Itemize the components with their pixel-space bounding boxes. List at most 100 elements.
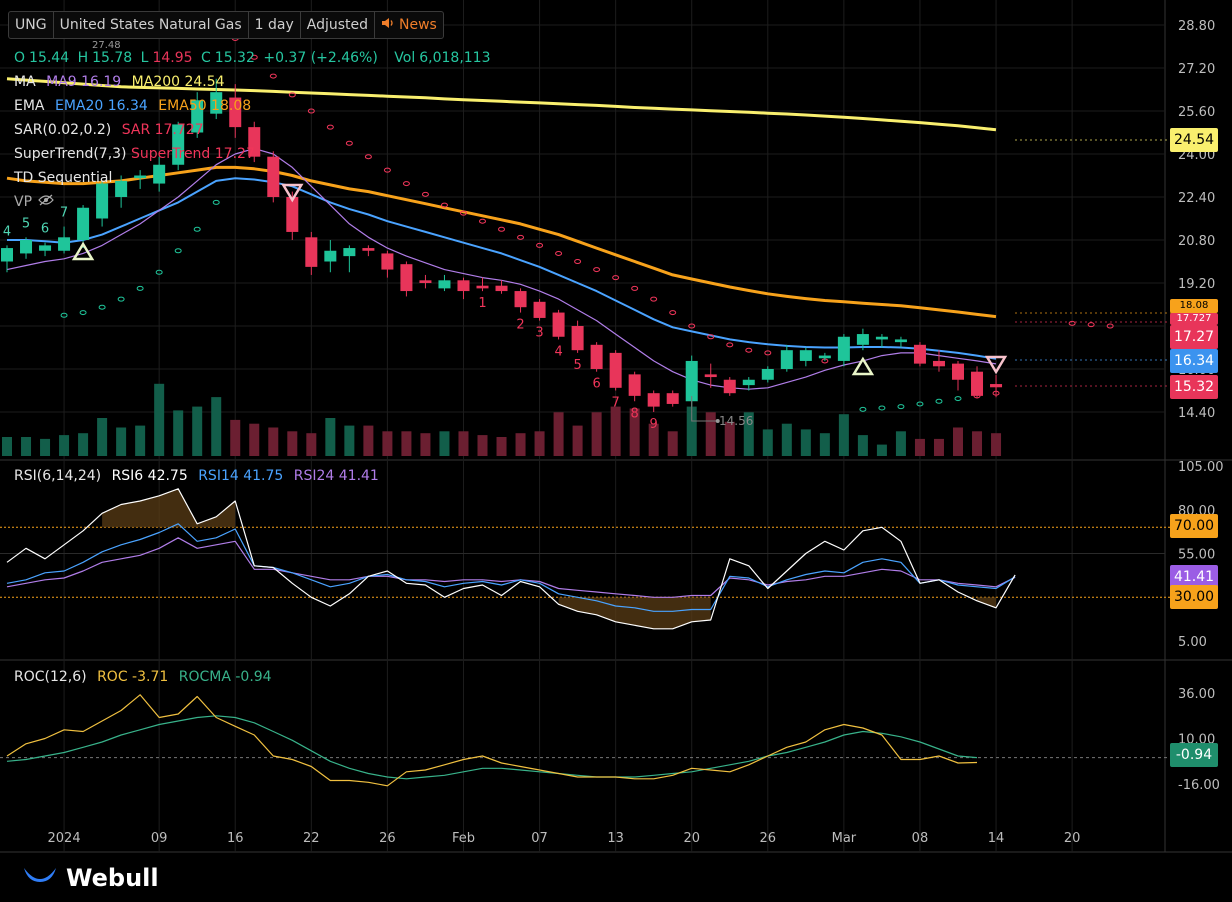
sar-dot (364, 154, 372, 160)
roc-tick-label: 36.00 (1178, 687, 1215, 702)
candle-body (514, 291, 527, 308)
volume-bar (21, 437, 32, 456)
candle-body (20, 240, 33, 254)
volume-bar (534, 431, 545, 456)
adjustment-selector[interactable]: Adjusted (301, 12, 376, 38)
symbol-name[interactable]: United States Natural Gas (54, 12, 249, 38)
sar-dot (174, 248, 182, 254)
td-count-label: 7 (60, 206, 68, 221)
x-tick-label: 14 (988, 831, 1005, 846)
candle-body (400, 264, 413, 292)
news-label: News (399, 17, 437, 33)
candle-body (533, 301, 546, 318)
candle-body (666, 393, 679, 404)
ema-legend[interactable]: EMA EMA20 16.34 EMA50 18.08 (14, 98, 257, 114)
volume-bar (59, 435, 70, 456)
candle-body (153, 164, 166, 184)
volume-bar (876, 444, 887, 456)
candle-body (419, 280, 432, 283)
volume-bar (401, 431, 412, 456)
volume-bar (211, 397, 222, 456)
low-marker-label: 14.56 (719, 414, 754, 428)
ohlc-change: +0.37 (+2.46%) (263, 50, 378, 66)
sar-value: SAR 17.727 (121, 122, 204, 138)
td-sequential-legend[interactable]: TD Sequential (14, 170, 118, 186)
sar-dot (555, 250, 563, 256)
sar-dot (136, 285, 144, 291)
rocma-badge: -0.94 (1170, 743, 1218, 767)
rsi-label: RSI(6,14,24) (14, 468, 102, 484)
candle-body (990, 384, 1003, 388)
sar-dot (402, 181, 410, 187)
volume-bar (363, 425, 374, 456)
volume-bar (895, 431, 906, 456)
volume-bar (991, 433, 1002, 456)
ma-label: MA (14, 74, 36, 90)
symbol-ticker[interactable]: UNG (9, 12, 54, 38)
sar-dot (745, 347, 753, 353)
volume-bar (477, 435, 488, 456)
sar-dot (326, 124, 334, 130)
sar-dot (269, 73, 277, 79)
ema20-price-badge: 16.34 (1170, 349, 1218, 373)
ohlc-high: 15.78 (92, 50, 133, 66)
volume-bar (553, 412, 564, 456)
volume-bar (591, 412, 602, 456)
volume-bar (572, 425, 583, 456)
volume-bar (496, 437, 507, 456)
webull-logo-text: Webull (66, 864, 159, 892)
rsi-tick-label: 55.00 (1178, 548, 1215, 563)
volume-bar (2, 437, 12, 456)
candle-body (856, 334, 869, 345)
volume-label: Vol (394, 50, 416, 66)
price-tick-label: 22.40 (1178, 191, 1215, 206)
candle-body (952, 363, 964, 380)
peak-price-label: 27.48 (92, 40, 121, 51)
volume-bar (420, 433, 431, 456)
sar-dot (193, 226, 201, 232)
volume-bar (40, 438, 51, 456)
sar-dot (897, 404, 905, 410)
webull-logo[interactable]: Webull (22, 864, 159, 892)
supertrend-buy-marker (71, 241, 95, 261)
volume-bar (838, 414, 849, 456)
sar-dot (669, 310, 677, 316)
news-button[interactable]: News (375, 12, 443, 38)
x-tick-label: 20 (1064, 831, 1081, 846)
volume-bar (610, 406, 621, 456)
td-count-label: 4 (3, 224, 11, 239)
rocma-line (6, 715, 978, 780)
sar-dot (421, 191, 429, 197)
sar-dot (631, 285, 639, 291)
supertrend-legend[interactable]: SuperTrend(7,3) SuperTrend 17.27 (14, 146, 261, 162)
candle-body (780, 350, 793, 369)
sar-legend[interactable]: SAR(0.02,0.2) SAR 17.727 (14, 122, 210, 138)
roc-value: ROC -3.71 (97, 669, 169, 685)
candle-body (761, 369, 774, 380)
candle-body (77, 207, 90, 240)
candle-body (913, 344, 926, 364)
roc-legend[interactable]: ROC(12,6) ROC -3.71 ROCMA -0.94 (14, 669, 278, 685)
ma-legend[interactable]: MA MA9 16.19 MA200 24.54 (14, 74, 231, 90)
sar-label: SAR(0.02,0.2) (14, 122, 112, 138)
volume-bar (705, 412, 716, 456)
rsi14-value: RSI14 41.75 (198, 468, 284, 484)
candle-body (971, 371, 984, 396)
eye-hidden-icon[interactable] (38, 194, 54, 210)
sar-dot (479, 218, 486, 224)
ohlc-high-label: H (77, 50, 89, 66)
rsi14-line (6, 523, 1016, 612)
volume-bar (819, 433, 830, 456)
price-tick-label: 19.20 (1178, 277, 1215, 292)
x-tick-label: 09 (151, 831, 168, 846)
rsi-overbought-badge: 70.00 (1170, 514, 1218, 538)
candle-body (39, 245, 52, 251)
candle-body (305, 237, 318, 267)
volume-bar (781, 423, 792, 456)
volume-bar (458, 431, 469, 456)
ema50-line (6, 165, 997, 319)
sar-dot (345, 140, 353, 146)
vp-legend[interactable]: VP (14, 194, 60, 210)
rsi-legend[interactable]: RSI(6,14,24) RSI6 42.75 RSI14 41.75 RSI2… (14, 468, 385, 484)
interval-selector[interactable]: 1 day (249, 12, 301, 38)
